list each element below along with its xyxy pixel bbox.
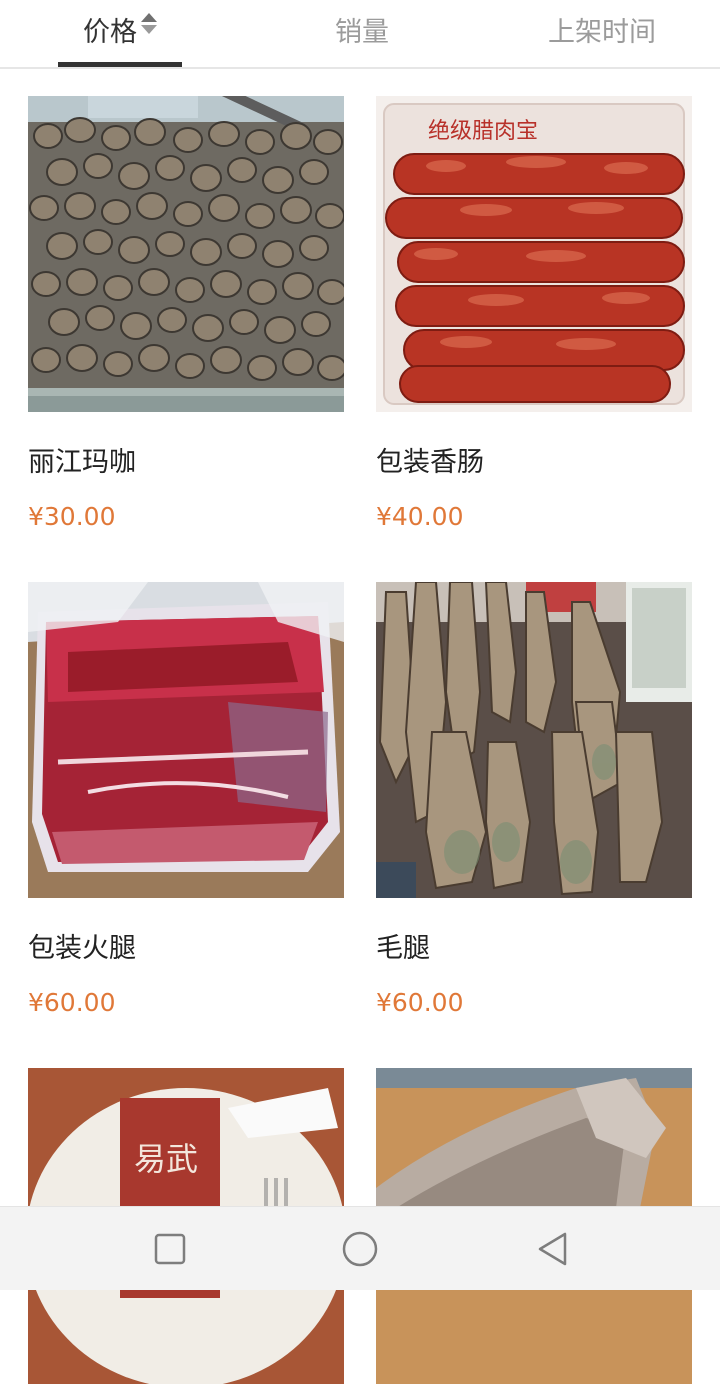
product-card[interactable]: 包装火腿 ¥60.00 [28,582,344,1017]
product-name: 丽江玛咖 [28,447,136,478]
product-image-maca[interactable] [28,96,344,412]
product-card[interactable]: 毛腿 ¥60.00 [376,582,692,1017]
package-label-text: 绝级腊肉宝 [428,119,538,144]
product-price: ¥30.00 [28,502,116,531]
product-image-packaged-ham[interactable] [28,582,344,898]
active-tab-underline [58,62,182,67]
package-label-text: 易武 [134,1140,198,1178]
product-name: 包装香肠 [376,447,484,478]
sort-tab-bar: 价格 销量 上架时间 [0,0,720,69]
square-recent-apps-icon[interactable] [150,1229,190,1269]
tab-sales[interactable]: 销量 [272,0,452,66]
product-image-hanging-hams[interactable] [376,582,692,898]
product-price: ¥40.00 [376,502,464,531]
tab-price-label: 价格 [83,17,137,48]
circle-home-icon[interactable] [340,1229,380,1269]
product-price: ¥60.00 [376,988,464,1017]
triangle-back-icon[interactable] [534,1229,574,1269]
product-image-sausage[interactable]: 绝级腊肉宝 [376,96,692,412]
sort-icon [141,10,157,36]
product-name: 包装火腿 [28,933,136,964]
tab-listing-time-label: 上架时间 [548,17,656,48]
product-price: ¥60.00 [28,988,116,1017]
tab-sales-label: 销量 [335,17,389,48]
product-card[interactable]: 丽江玛咖 ¥30.00 [28,96,344,531]
tab-price[interactable]: 价格 [30,0,210,66]
product-name: 毛腿 [376,933,430,964]
system-navigation-bar [0,1206,720,1290]
tab-listing-time[interactable]: 上架时间 [512,0,692,66]
product-card[interactable]: 绝级腊肉宝 包装香肠 ¥40.00 [376,96,692,531]
